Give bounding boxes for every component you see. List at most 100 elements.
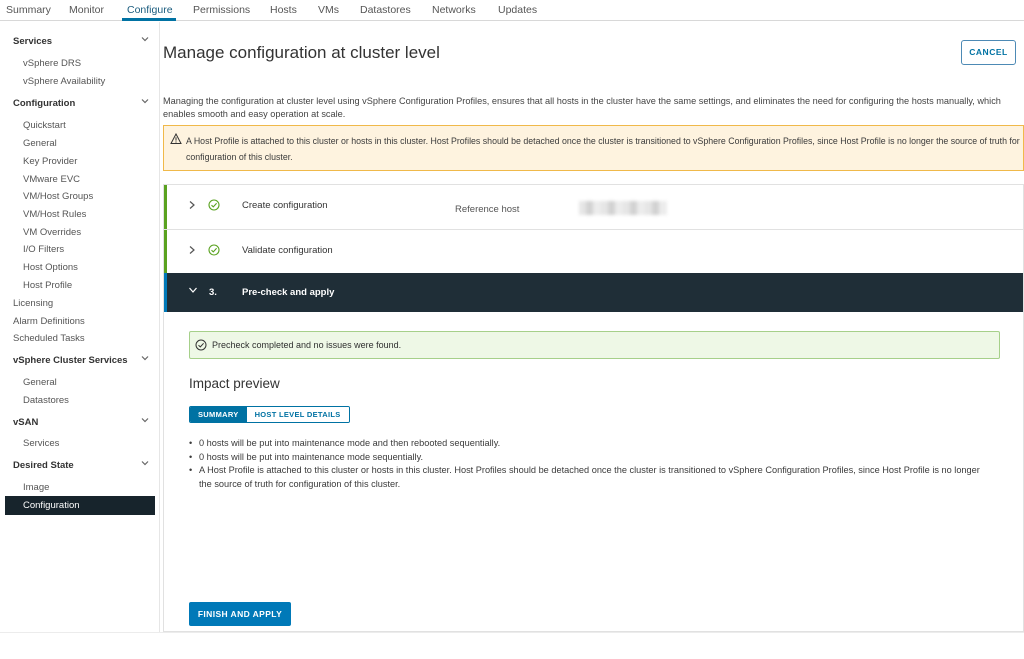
sidebar-item-label: General bbox=[23, 377, 57, 388]
sidebar-group-desired-state[interactable]: Desired State bbox=[0, 460, 160, 474]
sidebar-group-label: vSphere Cluster Services bbox=[13, 355, 128, 366]
sidebar-item-vm-host-rules[interactable]: VM/Host Rules bbox=[0, 209, 160, 223]
sidebar-item-label: Key Provider bbox=[23, 156, 78, 167]
sidebar-item-key-provider[interactable]: Key Provider bbox=[0, 156, 160, 170]
check-circle-icon bbox=[208, 199, 220, 211]
impact-preview-heading: Impact preview bbox=[189, 376, 280, 391]
sidebar-item-label: Licensing bbox=[13, 298, 54, 309]
list-item: 0 hosts will be put into maintenance mod… bbox=[189, 451, 989, 465]
step-validate-configuration[interactable]: Validate configuration bbox=[164, 230, 1023, 273]
sidebar-group-label: vSAN bbox=[13, 417, 39, 428]
warning-banner: A Host Profile is attached to this clust… bbox=[163, 125, 1024, 171]
sidebar-item-io-filters[interactable]: I/O Filters bbox=[0, 244, 160, 258]
step-status-bar bbox=[164, 185, 167, 229]
check-circle-icon bbox=[208, 244, 220, 256]
sidebar-item-vm-overrides[interactable]: VM Overrides bbox=[0, 227, 160, 241]
sidebar-group-label: Services bbox=[13, 36, 53, 47]
reference-host-value-redacted bbox=[579, 201, 667, 215]
sidebar-item-host-options[interactable]: Host Options bbox=[0, 262, 160, 276]
step-title: Validate configuration bbox=[242, 245, 333, 256]
sidebar-group-label: Configuration bbox=[13, 98, 76, 109]
host-level-details-toggle-button[interactable]: HOST LEVEL DETAILS bbox=[246, 407, 349, 422]
tab-networks[interactable]: Networks bbox=[432, 4, 476, 16]
sidebar-item-label: VMware EVC bbox=[23, 174, 81, 185]
step-title: Create configuration bbox=[242, 200, 328, 211]
tab-summary[interactable]: Summary bbox=[6, 4, 51, 16]
sidebar-item-label: Host Profile bbox=[23, 280, 73, 291]
sidebar: Services vSphere DRS vSphere Availabilit… bbox=[0, 22, 160, 632]
sidebar-group-services[interactable]: Services bbox=[0, 36, 160, 50]
sidebar-item-cluster-datastores[interactable]: Datastores bbox=[0, 395, 160, 409]
sidebar-group-vsan[interactable]: vSAN bbox=[0, 417, 160, 431]
sidebar-item-label: Quickstart bbox=[23, 120, 66, 131]
chevron-right-icon[interactable] bbox=[188, 245, 196, 255]
sidebar-item-quickstart[interactable]: Quickstart bbox=[0, 120, 160, 134]
page-title: Manage configuration at cluster level bbox=[163, 43, 440, 62]
impact-view-toggle: SUMMARY HOST LEVEL DETAILS bbox=[189, 406, 350, 423]
sidebar-item-licensing[interactable]: Licensing bbox=[0, 298, 160, 312]
precheck-success-alert: Precheck completed and no issues were fo… bbox=[189, 331, 1000, 359]
sidebar-item-label: Host Options bbox=[23, 262, 78, 273]
sidebar-item-vmware-evc[interactable]: VMware EVC bbox=[0, 174, 160, 188]
precheck-message: Precheck completed and no issues were fo… bbox=[212, 340, 402, 350]
sidebar-item-vsphere-availability[interactable]: vSphere Availability bbox=[0, 76, 160, 90]
warning-triangle-icon bbox=[170, 133, 182, 144]
chevron-down-icon bbox=[141, 418, 149, 423]
tab-hosts[interactable]: Hosts bbox=[270, 4, 297, 16]
warning-text: A Host Profile is attached to this clust… bbox=[186, 136, 1020, 162]
tab-configure[interactable]: Configure bbox=[127, 4, 173, 16]
sidebar-item-configuration[interactable]: Configuration bbox=[5, 496, 155, 515]
sidebar-item-image[interactable]: Image bbox=[0, 482, 160, 496]
sidebar-group-cluster-services[interactable]: vSphere Cluster Services bbox=[0, 355, 160, 369]
sidebar-item-vsan-services[interactable]: Services bbox=[0, 438, 160, 452]
chevron-down-icon bbox=[141, 99, 149, 104]
sidebar-item-vsphere-drs[interactable]: vSphere DRS bbox=[0, 58, 160, 72]
check-circle-icon bbox=[195, 339, 207, 351]
sidebar-item-label: Alarm Definitions bbox=[13, 316, 85, 327]
sidebar-item-general[interactable]: General bbox=[0, 138, 160, 152]
tab-vms[interactable]: VMs bbox=[318, 4, 339, 16]
cancel-button[interactable]: CANCEL bbox=[961, 40, 1016, 65]
top-tabs: Summary Monitor Configure Permissions Ho… bbox=[0, 0, 1024, 21]
wizard-steps: Create configuration Reference host Vali… bbox=[163, 184, 1024, 632]
sidebar-group-configuration[interactable]: Configuration bbox=[0, 98, 160, 112]
sidebar-item-host-profile[interactable]: Host Profile bbox=[0, 280, 160, 294]
footer-area bbox=[0, 632, 1024, 659]
page-description: Managing the configuration at cluster le… bbox=[163, 96, 1001, 119]
sidebar-item-label: vSphere Availability bbox=[23, 76, 106, 87]
tab-permissions[interactable]: Permissions bbox=[193, 4, 250, 16]
tab-monitor[interactable]: Monitor bbox=[69, 4, 104, 16]
chevron-right-icon[interactable] bbox=[188, 200, 196, 210]
chevron-down-icon bbox=[141, 37, 149, 42]
sidebar-item-label: Datastores bbox=[23, 395, 69, 406]
step-number: 3. bbox=[209, 287, 217, 298]
step-status-bar bbox=[164, 273, 167, 312]
step-create-configuration[interactable]: Create configuration Reference host bbox=[164, 185, 1023, 230]
tab-datastores[interactable]: Datastores bbox=[360, 4, 411, 16]
active-tab-indicator bbox=[122, 18, 176, 21]
sidebar-item-label: Services bbox=[23, 438, 60, 449]
list-item: 0 hosts will be put into maintenance mod… bbox=[189, 437, 989, 451]
step-precheck-and-apply[interactable]: 3. Pre-check and apply bbox=[164, 273, 1023, 312]
sidebar-item-vm-host-groups[interactable]: VM/Host Groups bbox=[0, 191, 160, 205]
impact-list: 0 hosts will be put into maintenance mod… bbox=[189, 437, 989, 491]
sidebar-item-label: General bbox=[23, 138, 57, 149]
finish-and-apply-button[interactable]: FINISH AND APPLY bbox=[189, 602, 291, 626]
sidebar-item-alarm-definitions[interactable]: Alarm Definitions bbox=[0, 316, 160, 330]
main-content: Manage configuration at cluster level CA… bbox=[161, 22, 1024, 632]
app-root: Summary Monitor Configure Permissions Ho… bbox=[0, 0, 1024, 659]
chevron-down-icon bbox=[141, 356, 149, 361]
sidebar-item-label: Scheduled Tasks bbox=[13, 333, 85, 344]
sidebar-item-scheduled-tasks[interactable]: Scheduled Tasks bbox=[0, 333, 160, 347]
step-title: Pre-check and apply bbox=[242, 287, 335, 298]
sidebar-item-label: vSphere DRS bbox=[23, 58, 82, 69]
sidebar-item-cluster-general[interactable]: General bbox=[0, 377, 160, 391]
sidebar-item-label: Image bbox=[23, 482, 50, 493]
list-item: A Host Profile is attached to this clust… bbox=[189, 464, 989, 491]
summary-toggle-button[interactable]: SUMMARY bbox=[190, 407, 247, 422]
chevron-down-icon[interactable] bbox=[188, 286, 198, 294]
tab-updates[interactable]: Updates bbox=[498, 4, 537, 16]
sidebar-item-label: Configuration bbox=[23, 500, 80, 511]
chevron-down-icon bbox=[141, 461, 149, 466]
sidebar-item-label: VM/Host Rules bbox=[23, 209, 87, 220]
